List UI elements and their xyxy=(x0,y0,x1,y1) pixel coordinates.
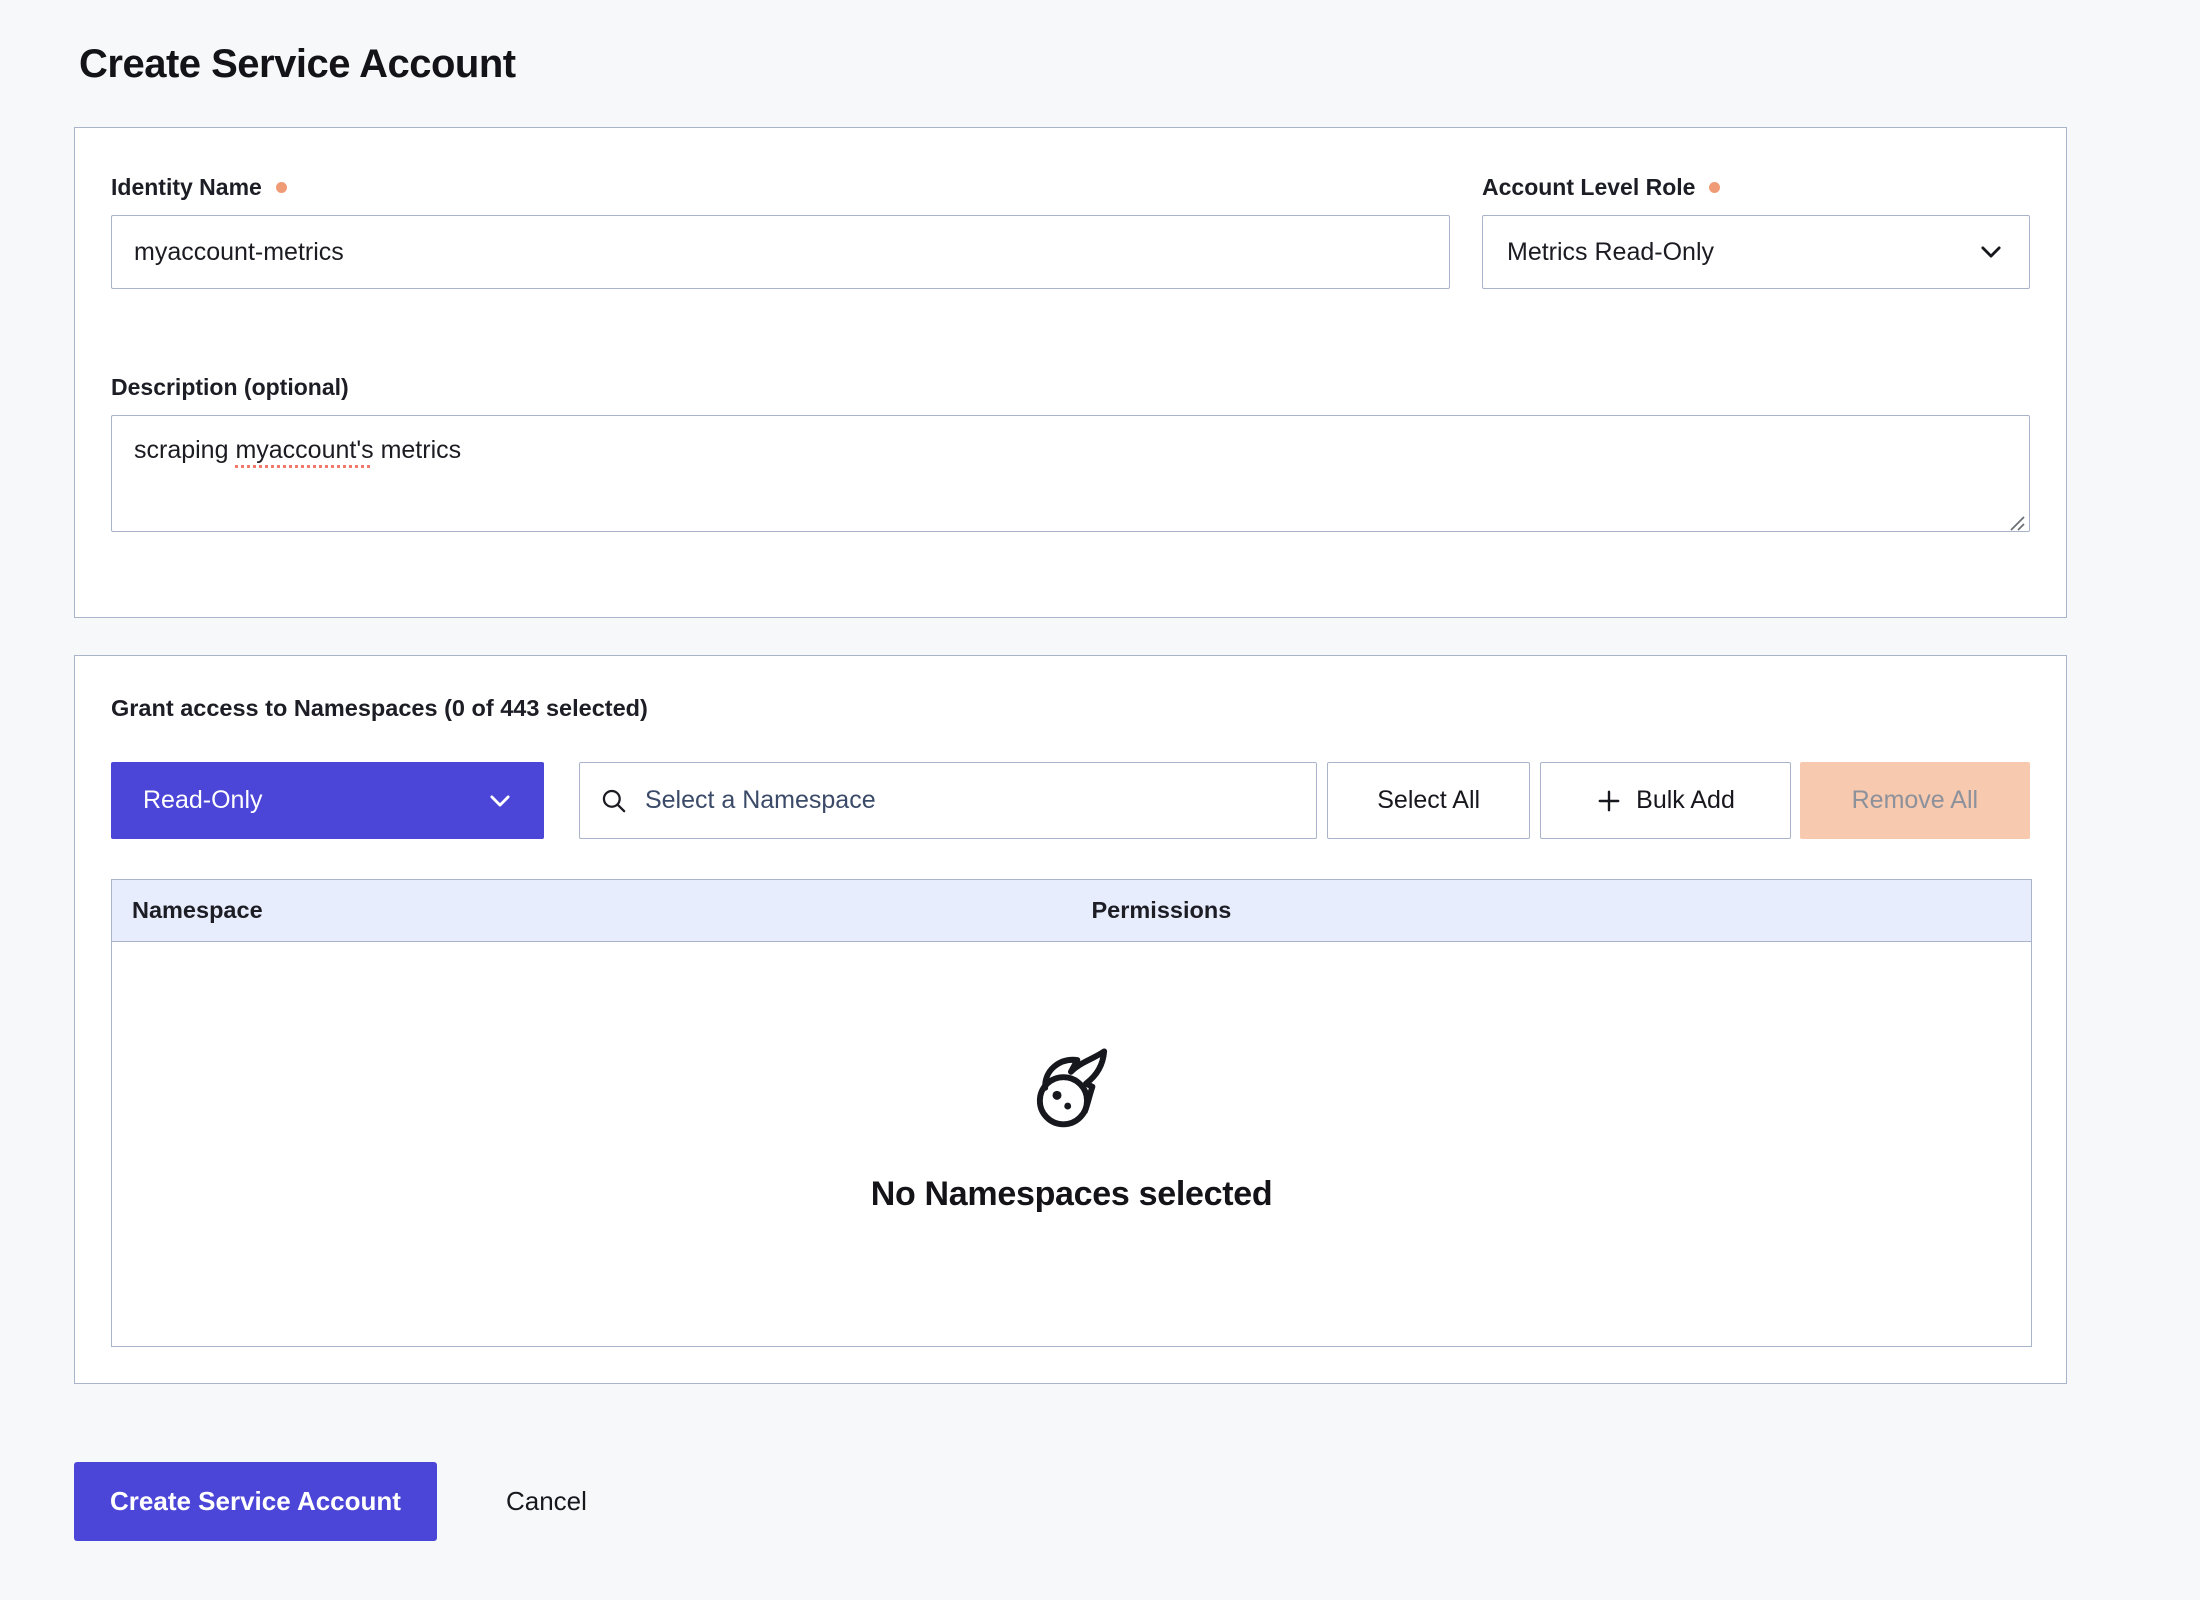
namespaces-table-header: Namespace Permissions xyxy=(112,880,2031,942)
textarea-resize-handle[interactable] xyxy=(2008,510,2026,528)
select-all-button[interactable]: Select All xyxy=(1327,762,1530,839)
required-indicator xyxy=(276,182,287,193)
cancel-button[interactable]: Cancel xyxy=(506,1486,587,1517)
permission-role-dropdown[interactable]: Read-Only xyxy=(111,762,544,839)
remove-all-button[interactable]: Remove All xyxy=(1800,762,2030,839)
comet-icon xyxy=(1027,1045,1117,1135)
chevron-down-icon xyxy=(1977,238,2005,266)
required-indicator xyxy=(1709,182,1720,193)
namespaces-table: Namespace Permissions No Namespaces sele… xyxy=(111,879,2032,1347)
bulk-add-button[interactable]: Bulk Add xyxy=(1540,762,1790,839)
description-text-misspelled: myaccount's xyxy=(235,436,373,464)
namespaces-table-empty-state: No Namespaces selected xyxy=(112,942,2031,1346)
page-title: Create Service Account xyxy=(79,42,2126,87)
description-label: Description (optional) xyxy=(111,373,2030,401)
column-header-permissions: Permissions xyxy=(1072,897,2032,924)
grant-access-heading: Grant access to Namespaces (0 of 443 sel… xyxy=(111,695,2030,723)
account-level-role-select[interactable]: Metrics Read-Only xyxy=(1482,215,2030,289)
description-text-suffix: metrics xyxy=(374,436,462,464)
identity-details-card: Identity Name Account Level Role Metrics… xyxy=(74,127,2067,618)
create-service-account-page: Create Service Account Identity Name Acc… xyxy=(0,0,2200,1541)
identity-name-input[interactable] xyxy=(111,215,1450,289)
description-text-prefix: scraping xyxy=(134,436,235,464)
namespaces-card: Grant access to Namespaces (0 of 443 sel… xyxy=(74,655,2067,1384)
create-service-account-button[interactable]: Create Service Account xyxy=(74,1462,437,1541)
description-textarea[interactable]: scraping myaccount's metrics xyxy=(111,415,2030,532)
identity-name-label: Identity Name xyxy=(111,173,1450,201)
account-level-role-label: Account Level Role xyxy=(1482,173,2030,201)
plus-icon xyxy=(1596,788,1622,814)
permission-role-value: Read-Only xyxy=(143,786,263,815)
namespace-search-input[interactable] xyxy=(645,786,1296,815)
empty-state-text: No Namespaces selected xyxy=(871,1175,1273,1214)
account-level-role-value: Metrics Read-Only xyxy=(1507,238,1714,267)
form-actions: Create Service Account Cancel xyxy=(74,1462,2126,1541)
chevron-down-icon xyxy=(486,787,514,815)
column-header-namespace: Namespace xyxy=(112,897,1072,924)
search-icon xyxy=(600,787,627,814)
namespace-controls-row: Read-Only Select All Bulk Add Remove All xyxy=(111,762,2030,839)
namespace-search-box[interactable] xyxy=(579,762,1317,839)
